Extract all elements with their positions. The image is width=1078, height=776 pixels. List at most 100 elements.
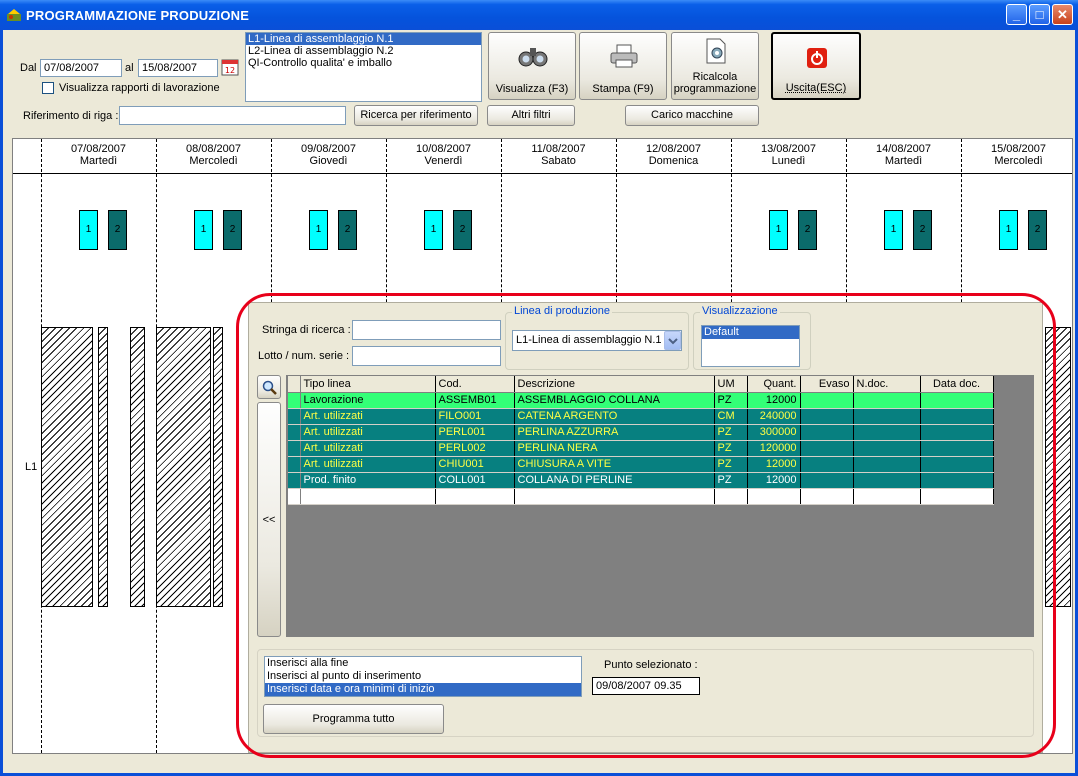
cell-desc[interactable]: COLLANA DI PERLINE — [514, 472, 715, 489]
cell-tipo[interactable]: Prod. finito — [300, 472, 436, 489]
cell-datadoc[interactable] — [920, 488, 994, 505]
shift-block[interactable]: 1 — [79, 210, 98, 250]
cell-ndoc[interactable] — [853, 456, 921, 473]
cell-ndoc[interactable] — [853, 488, 921, 505]
column-header-tipo[interactable]: Tipo linea — [300, 376, 436, 393]
column-header-cod[interactable]: Cod. — [435, 376, 515, 393]
shift-block[interactable]: 2 — [913, 210, 932, 250]
column-header-quant[interactable]: Quant. — [747, 376, 801, 393]
lines-list-item[interactable]: L1-Linea di assemblaggio N.1 — [246, 33, 481, 45]
cell-datadoc[interactable] — [920, 408, 994, 425]
lines-list-item[interactable]: L2-Linea di assemblaggio N.2 — [246, 45, 481, 57]
cell-desc[interactable]: CHIUSURA A VITE — [514, 456, 715, 473]
cell-evaso[interactable] — [800, 392, 854, 409]
lines-listbox[interactable]: L1-Linea di assemblaggio N.1 L2-Linea di… — [245, 32, 482, 102]
hatched-block[interactable] — [1045, 327, 1071, 607]
cell-um[interactable] — [714, 488, 748, 505]
uscita-button[interactable]: Uscita(ESC) — [771, 32, 861, 100]
column-header-ndoc[interactable]: N.doc. — [853, 376, 921, 393]
show-reports-checkbox[interactable] — [42, 82, 54, 94]
lot-input[interactable] — [352, 346, 501, 366]
column-header-descrizione[interactable]: Descrizione — [514, 376, 715, 393]
cell-tipo[interactable] — [300, 488, 436, 505]
cell-cod[interactable]: COLL001 — [435, 472, 515, 489]
cell-um[interactable]: PZ — [714, 472, 748, 489]
hatched-block[interactable] — [213, 327, 223, 607]
cell-cod[interactable] — [435, 488, 515, 505]
date-from-input[interactable]: 07/08/2007 — [40, 59, 122, 77]
cell-tipo[interactable]: Lavorazione — [300, 392, 436, 409]
cell-ndoc[interactable] — [853, 408, 921, 425]
cell-evaso[interactable] — [800, 424, 854, 441]
lines-list-item[interactable]: QI-Controllo qualita' e imballo — [246, 57, 481, 69]
table-row[interactable]: Art. utilizzati FILO001 CATENA ARGENTO C… — [288, 408, 994, 425]
shift-block[interactable]: 1 — [884, 210, 903, 250]
row-header-cell[interactable] — [288, 392, 301, 409]
table-row[interactable]: Art. utilizzati PERL001 PERLINA AZZURRA … — [288, 424, 994, 441]
cell-um[interactable]: PZ — [714, 392, 748, 409]
cell-tipo[interactable]: Art. utilizzati — [300, 440, 436, 457]
maximize-button[interactable]: □ — [1029, 4, 1050, 25]
insert-options-listbox[interactable]: Inserisci alla fine Inserisci al punto d… — [264, 656, 582, 697]
shift-block[interactable]: 1 — [194, 210, 213, 250]
row-header-cell[interactable] — [288, 408, 301, 425]
cell-quant[interactable]: 12000 — [747, 456, 801, 473]
row-header-cell[interactable] — [288, 456, 301, 473]
table-row[interactable]: Art. utilizzati PERL002 PERLINA NERA PZ … — [288, 440, 994, 457]
shift-block[interactable]: 2 — [798, 210, 817, 250]
cell-datadoc[interactable] — [920, 440, 994, 457]
cell-evaso[interactable] — [800, 456, 854, 473]
cell-evaso[interactable] — [800, 488, 854, 505]
cell-um[interactable]: PZ — [714, 424, 748, 441]
hatched-block[interactable] — [41, 327, 93, 607]
cell-desc[interactable]: ASSEMBLAGGIO COLLANA — [514, 392, 715, 409]
cell-um[interactable]: PZ — [714, 456, 748, 473]
visualizzazione-item[interactable]: Default — [702, 326, 799, 339]
cell-desc[interactable]: PERLINA NERA — [514, 440, 715, 457]
insert-option[interactable]: Inserisci data e ora minimi di inizio — [265, 683, 581, 696]
hatched-block[interactable] — [156, 327, 211, 607]
stampa-button[interactable]: Stampa (F9) — [579, 32, 667, 100]
cell-cod[interactable]: CHIU001 — [435, 456, 515, 473]
collapse-button[interactable]: << — [257, 402, 281, 637]
cell-ndoc[interactable] — [853, 472, 921, 489]
shift-block[interactable]: 2 — [223, 210, 242, 250]
punto-value[interactable]: 09/08/2007 09.35 — [592, 677, 700, 695]
cell-quant[interactable]: 300000 — [747, 424, 801, 441]
date-to-input[interactable]: 15/08/2007 — [138, 59, 218, 77]
cell-desc[interactable]: PERLINA AZZURRA — [514, 424, 715, 441]
linea-select[interactable]: L1-Linea di assemblaggio N.1 — [512, 330, 682, 351]
visualizza-button[interactable]: Visualizza (F3) — [488, 32, 576, 100]
cell-quant[interactable]: 12000 — [747, 392, 801, 409]
cell-tipo[interactable]: Art. utilizzati — [300, 408, 436, 425]
cell-datadoc[interactable] — [920, 472, 994, 489]
ricerca-riferimento-button[interactable]: Ricerca per riferimento — [354, 105, 478, 126]
insert-option[interactable]: Inserisci alla fine — [265, 657, 581, 670]
column-header-datadoc[interactable]: Data doc. — [920, 376, 994, 393]
programma-tutto-button[interactable]: Programma tutto — [263, 704, 444, 734]
shift-block[interactable]: 2 — [453, 210, 472, 250]
carico-macchine-button[interactable]: Carico macchine — [625, 105, 759, 126]
visualizzazione-listbox[interactable]: Default — [701, 325, 800, 367]
row-header-cell[interactable] — [288, 424, 301, 441]
cell-datadoc[interactable] — [920, 392, 994, 409]
table-row[interactable]: Prod. finito COLL001 COLLANA DI PERLINE … — [288, 472, 994, 489]
cell-cod[interactable]: FILO001 — [435, 408, 515, 425]
cell-ndoc[interactable] — [853, 440, 921, 457]
cell-cod[interactable]: ASSEMB01 — [435, 392, 515, 409]
cell-ndoc[interactable] — [853, 392, 921, 409]
cell-tipo[interactable]: Art. utilizzati — [300, 424, 436, 441]
cell-quant[interactable]: 240000 — [747, 408, 801, 425]
shift-block[interactable]: 1 — [424, 210, 443, 250]
search-button[interactable] — [257, 375, 281, 399]
cell-um[interactable]: CM — [714, 408, 748, 425]
altri-filtri-button[interactable]: Altri filtri — [487, 105, 575, 126]
shift-block[interactable]: 2 — [338, 210, 357, 250]
cell-cod[interactable]: PERL002 — [435, 440, 515, 457]
insert-option[interactable]: Inserisci al punto di inserimento — [265, 670, 581, 683]
minimize-button[interactable]: _ — [1006, 4, 1027, 25]
shift-block[interactable]: 2 — [108, 210, 127, 250]
table-row[interactable]: Lavorazione ASSEMB01 ASSEMBLAGGIO COLLAN… — [288, 392, 994, 409]
ref-input[interactable] — [119, 106, 346, 125]
calendar-icon[interactable]: 12 — [221, 58, 239, 76]
